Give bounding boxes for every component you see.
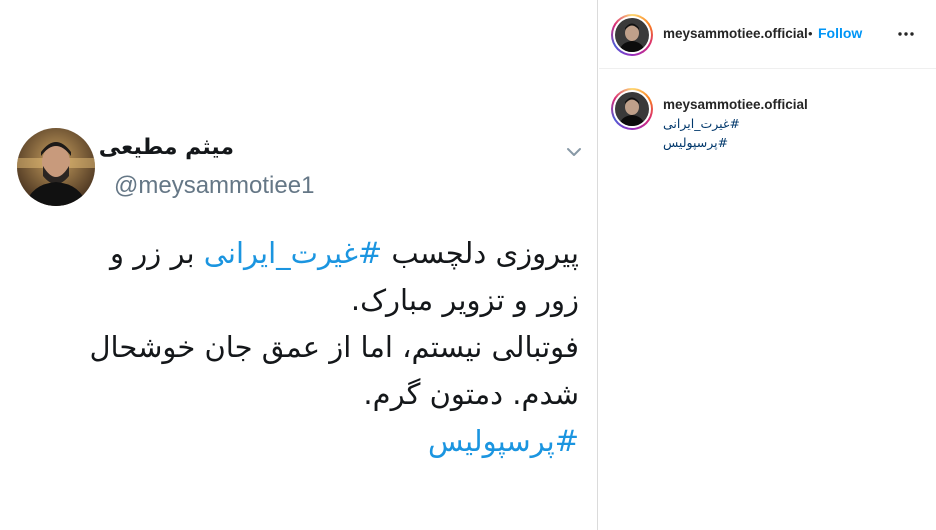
- tweet-text-segment: زور و تزویر مبارک.: [350, 283, 579, 317]
- caption-area: meysammotiee.official #غیرت_ایرانی #پرسپ…: [599, 70, 936, 530]
- tweet-text-line: پیروزی دلچسب #غیرت_ایرانی بر زر و: [9, 230, 579, 277]
- caption-hashtag[interactable]: #پرسپولیس: [663, 133, 903, 152]
- tweet-text-line: #پرسپولیس: [9, 418, 579, 465]
- caption-username[interactable]: meysammotiee.official: [663, 97, 808, 112]
- tweet-handle: @meysammotiee1: [114, 172, 315, 199]
- caption-avatar[interactable]: [611, 88, 653, 130]
- follow-button[interactable]: Follow: [818, 25, 862, 41]
- header-username[interactable]: meysammotiee.official: [663, 26, 808, 41]
- header-avatar[interactable]: [611, 14, 653, 56]
- tweet-avatar: [17, 128, 95, 206]
- post-image[interactable]: میثم مطیعی @meysammotiee1 پیروزی دلچسب #…: [0, 0, 598, 530]
- post-header: meysammotiee.official • Follow: [599, 0, 936, 69]
- tweet-text-line: فوتبالی نیستم، اما از عمق جان خوشحال: [9, 324, 579, 371]
- header-separator: •: [808, 26, 813, 41]
- tweet-hashtag[interactable]: #پرسپولیس: [428, 424, 579, 458]
- tweet-text-segment: شدم. دمتون گرم.: [363, 377, 579, 411]
- tweet-text: پیروزی دلچسب #غیرت_ایرانی بر زر و زور و ت…: [9, 230, 579, 465]
- caption-hashtag[interactable]: #غیرت_ایرانی: [663, 114, 903, 133]
- tweet-text-segment: بر زر و: [110, 236, 204, 270]
- tweet-hashtag[interactable]: #غیرت_ایرانی: [204, 236, 382, 270]
- more-options-icon[interactable]: [896, 26, 916, 42]
- tweet-text-line: شدم. دمتون گرم.: [9, 371, 579, 418]
- chevron-down-icon: [567, 148, 581, 156]
- tweet-text-line: زور و تزویر مبارک.: [9, 277, 579, 324]
- caption-text: meysammotiee.official #غیرت_ایرانی #پرسپ…: [663, 95, 903, 152]
- tweet-text-segment: پیروزی دلچسب: [382, 236, 579, 270]
- tweet-text-segment: فوتبالی نیستم، اما از عمق جان خوشحال: [89, 330, 579, 364]
- tweet-display-name: میثم مطیعی: [98, 135, 234, 160]
